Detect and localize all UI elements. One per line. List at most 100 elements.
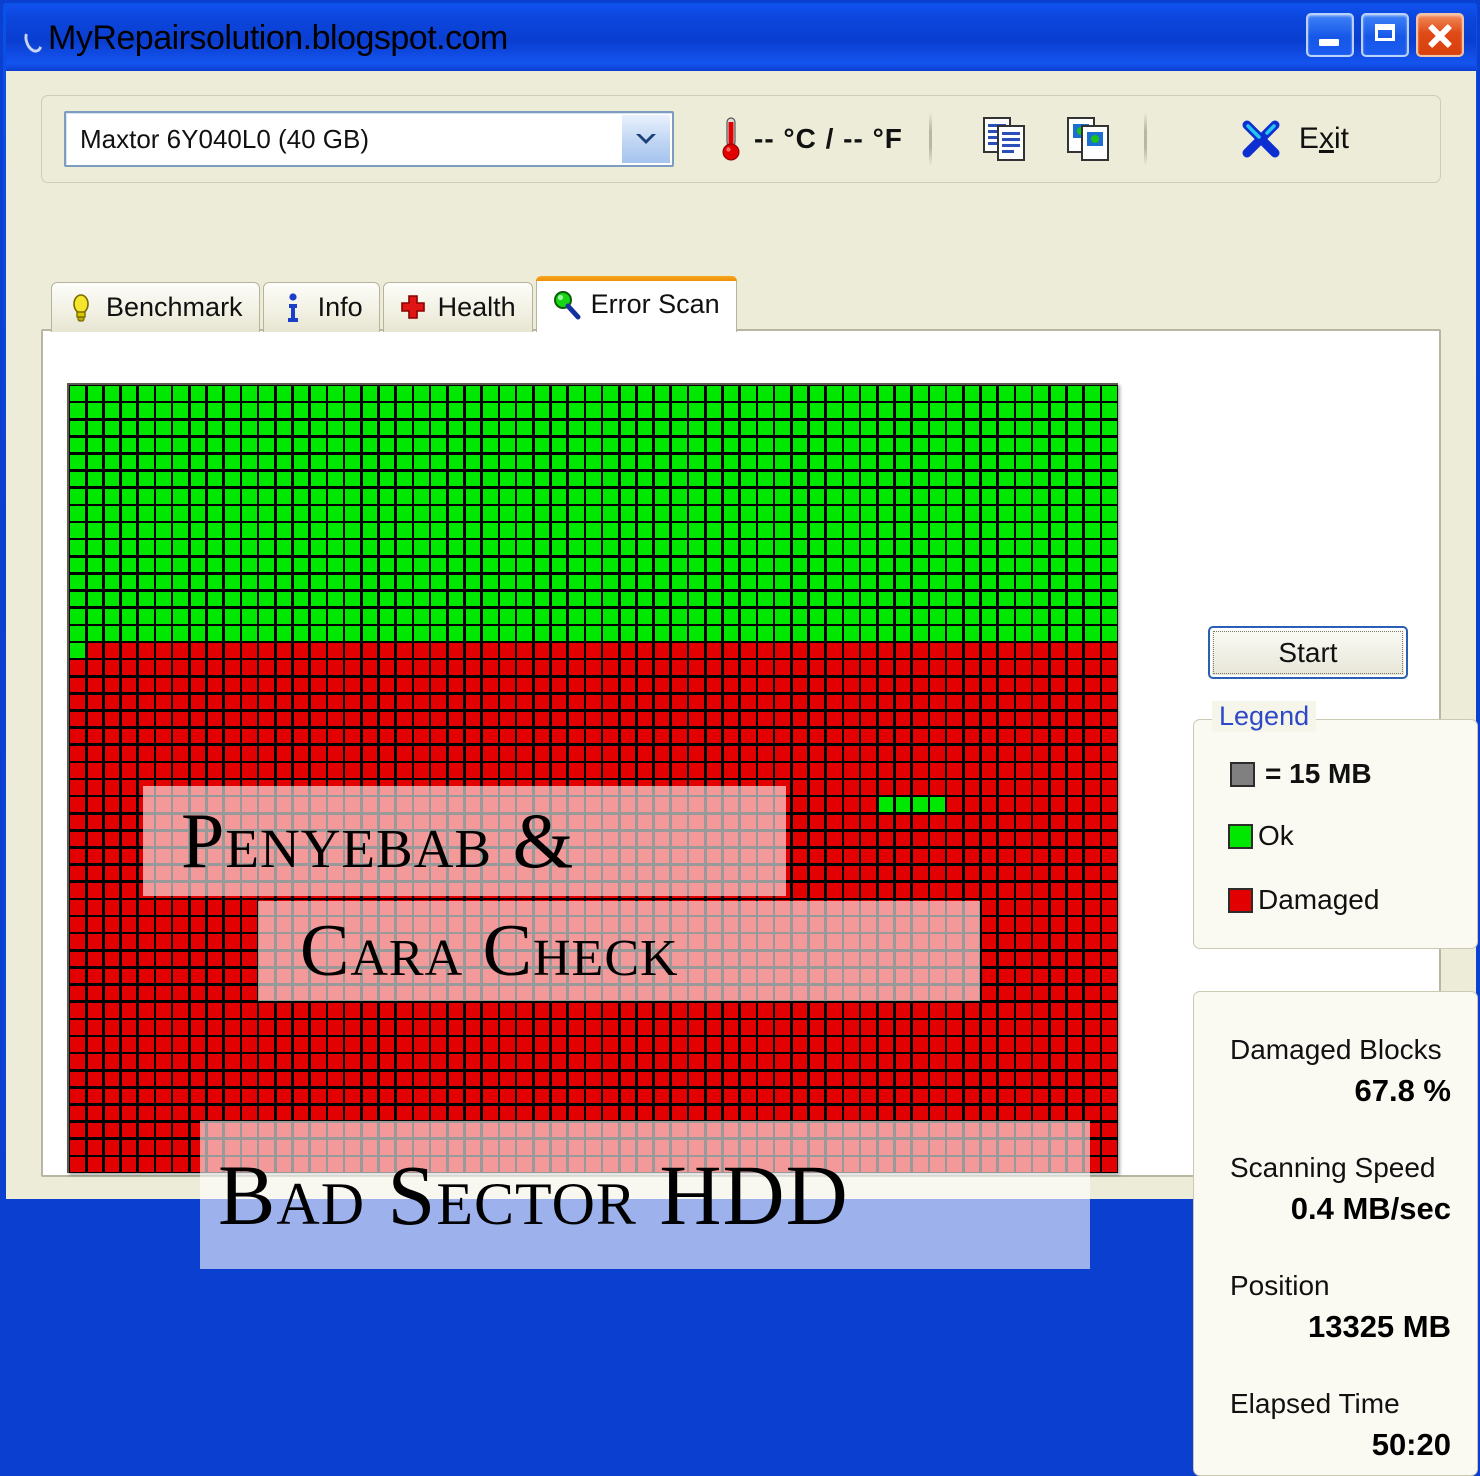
block-cell	[998, 1020, 1014, 1035]
block-cell	[293, 1105, 309, 1121]
block-cell	[190, 1037, 206, 1052]
close-button[interactable]	[1416, 13, 1464, 57]
block-cell	[70, 1020, 85, 1035]
block-cell	[242, 591, 257, 607]
block-cell	[1050, 386, 1066, 401]
block-cell	[775, 1088, 790, 1104]
block-cell	[1016, 506, 1031, 521]
block-cell	[207, 1037, 223, 1052]
block-cell	[569, 489, 584, 504]
block-cell	[104, 574, 120, 590]
block-cell	[156, 1071, 171, 1087]
block-cell	[70, 386, 85, 401]
block-cell	[912, 1071, 928, 1087]
block-cell	[345, 1003, 361, 1018]
block-cell	[534, 1020, 550, 1035]
block-cell	[1016, 386, 1031, 401]
copy-screenshot-icon[interactable]	[1064, 114, 1118, 164]
block-cell	[792, 677, 808, 693]
exit-button[interactable]: Exit	[1239, 117, 1349, 161]
block-cell	[311, 643, 326, 658]
block-cell	[930, 403, 945, 418]
chevron-down-icon[interactable]	[622, 115, 670, 163]
block-cell	[809, 386, 825, 401]
block-cell	[964, 506, 980, 521]
block-cell	[345, 454, 361, 470]
block-cell	[70, 609, 85, 624]
block-cell	[930, 694, 945, 710]
block-cell	[844, 506, 859, 521]
block-cell	[242, 763, 257, 778]
block-cell	[706, 506, 722, 521]
minimize-button[interactable]	[1306, 13, 1354, 57]
block-cell	[173, 1054, 189, 1069]
block-cell	[981, 609, 997, 624]
legend-label-block-size: = 15 MB	[1265, 758, 1372, 789]
tab-info[interactable]: Info	[262, 282, 380, 332]
block-cell	[397, 728, 412, 744]
block-cell	[259, 660, 275, 675]
block-cell	[792, 386, 808, 401]
block-cell	[964, 694, 980, 710]
tab-health[interactable]: Health	[382, 282, 533, 332]
maximize-button[interactable]	[1361, 13, 1409, 57]
copy-text-icon[interactable]	[980, 114, 1034, 164]
block-cell	[569, 1071, 584, 1087]
block-cell	[276, 1054, 292, 1069]
block-cell	[654, 1054, 670, 1069]
block-cell	[551, 489, 567, 504]
block-cell	[1033, 489, 1048, 504]
block-cell	[998, 660, 1014, 675]
block-cell	[878, 506, 894, 521]
block-cell	[603, 574, 618, 590]
block-cell	[981, 1020, 997, 1035]
block-cell	[981, 1088, 997, 1104]
block-cell	[190, 1071, 206, 1087]
block-map[interactable]	[67, 383, 1118, 1173]
block-cell	[551, 437, 567, 453]
block-cell	[70, 591, 85, 607]
block-cell	[225, 900, 240, 915]
block-cell	[551, 1088, 567, 1104]
block-cell	[121, 780, 137, 795]
drive-select[interactable]: Maxtor 6Y040L0 (40 GB)	[64, 111, 674, 167]
block-cell	[637, 557, 653, 573]
block-cell	[775, 626, 790, 641]
tab-error-scan[interactable]: Error Scan	[535, 276, 737, 335]
block-cell	[637, 660, 653, 675]
block-cell	[740, 591, 756, 607]
block-cell	[70, 540, 85, 555]
block-cell	[740, 523, 756, 538]
tab-benchmark[interactable]: Benchmark	[51, 282, 260, 332]
block-cell	[345, 660, 361, 675]
block-cell	[379, 1054, 395, 1069]
block-cell	[809, 557, 825, 573]
block-cell	[207, 1054, 223, 1069]
block-cell	[259, 403, 275, 418]
block-cell	[947, 694, 962, 710]
block-cell	[1102, 506, 1117, 521]
block-cell	[809, 694, 825, 710]
block-cell	[70, 831, 85, 847]
block-cell	[826, 506, 842, 521]
block-cell	[1050, 506, 1066, 521]
block-cell	[207, 626, 223, 641]
block-cell	[844, 609, 859, 624]
block-cell	[689, 746, 704, 761]
start-button[interactable]: Start	[1208, 626, 1408, 679]
block-cell	[654, 1088, 670, 1104]
block-cell	[139, 591, 154, 607]
block-cell	[379, 677, 395, 693]
block-cell	[225, 1088, 240, 1104]
block-cell	[1050, 951, 1066, 967]
block-cell	[1102, 831, 1117, 847]
block-cell	[190, 540, 206, 555]
block-cell	[689, 1037, 704, 1052]
block-cell	[379, 1037, 395, 1052]
stat-scanning-speed-value: 0.4 MB/sec	[1290, 1191, 1451, 1226]
block-cell	[397, 471, 412, 487]
block-cell	[225, 728, 240, 744]
block-cell	[87, 1037, 103, 1052]
block-cell	[740, 1071, 756, 1087]
block-cell	[758, 386, 773, 401]
